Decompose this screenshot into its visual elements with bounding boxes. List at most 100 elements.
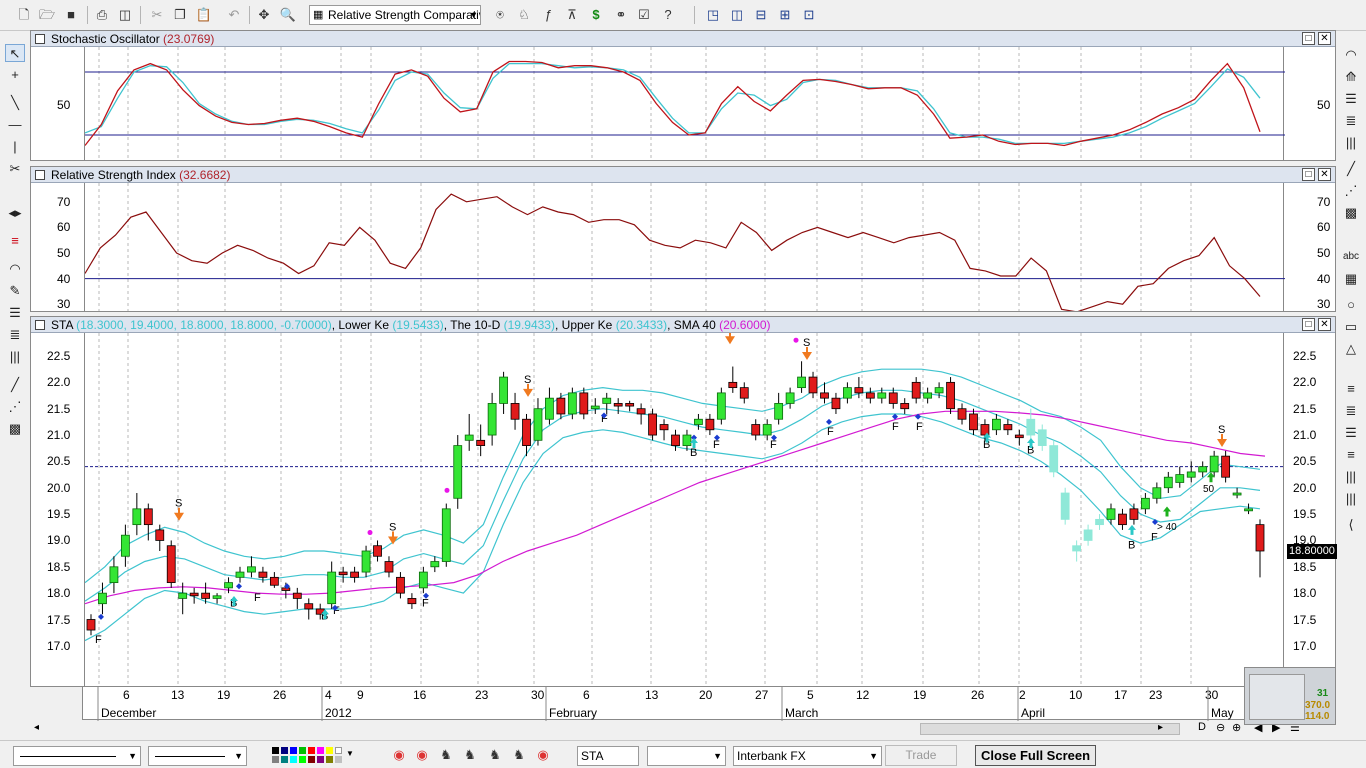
new-icon[interactable]: 🗋 <box>14 5 34 25</box>
price-pane[interactable]: STA (18.3000, 19.4000, 18.8000, 18.8000,… <box>30 316 1337 687</box>
print-icon[interactable]: ⎙ <box>92 5 112 25</box>
stochastic-pane[interactable]: Stochastic Oscillator (23.0769) □ ✕ 50 5… <box>30 30 1336 161</box>
dollar-icon[interactable]: $ <box>586 5 606 25</box>
paste-icon[interactable]: 📋 <box>194 5 214 25</box>
gann-fan-icon[interactable]: ⋰ <box>1341 182 1361 200</box>
line-tool-icon[interactable]: ≡ <box>5 232 25 250</box>
chart-properties-icon[interactable]: ☑ <box>634 5 654 25</box>
draw-line-icon[interactable]: ╱ <box>1341 160 1361 178</box>
cycle-icon[interactable]: ||| <box>1341 134 1361 152</box>
tile-grid-icon[interactable]: ⊞ <box>775 5 795 25</box>
print-preview-icon[interactable]: ◫ <box>115 5 135 25</box>
crosshair-tool-icon[interactable]: + <box>5 66 25 84</box>
color-palette[interactable]: ▼ <box>272 747 356 763</box>
vertical-line-icon[interactable]: | <box>5 138 25 156</box>
copy-icon[interactable]: ❐ <box>170 5 190 25</box>
scroll-right-icon[interactable]: ▸ <box>1158 722 1163 733</box>
rsi-pane[interactable]: Relative Strength Index (32.6682) □ ✕ 70… <box>30 166 1336 313</box>
pane-select-checkbox[interactable] <box>35 170 45 180</box>
color-white[interactable] <box>335 747 342 754</box>
expert-icon[interactable]: ♘ <box>514 5 534 25</box>
bars-icon[interactable]: ||| <box>1341 468 1361 486</box>
help-icon[interactable]: ? <box>658 5 678 25</box>
feed-select[interactable]: Interbank FX ▼ <box>733 746 882 766</box>
cycle-lines-icon[interactable]: ||| <box>5 348 25 366</box>
price-plot[interactable]: SSSSSSFBFBFFFBFFFFFBBBF50> 40 <box>84 321 1285 686</box>
ellipse-icon[interactable]: ○ <box>1341 296 1361 314</box>
period-select[interactable]: ▼ <box>647 746 726 766</box>
close-pane-button[interactable]: ✕ <box>1318 168 1331 181</box>
chevron-down-icon[interactable]: ▼ <box>346 749 354 758</box>
arc-icon[interactable]: ◠ <box>5 260 25 278</box>
crosshair-icon[interactable]: ✥ <box>254 5 274 25</box>
binoculars-icon[interactable]: ⚭ <box>611 5 631 25</box>
date-icon[interactable]: D <box>1198 721 1206 733</box>
color-green[interactable] <box>299 747 306 754</box>
study-select[interactable]: ▦ Relative Strength Comparativ ▼ <box>309 5 481 25</box>
channel-icon[interactable]: ≣ <box>5 326 25 344</box>
color-yellow[interactable] <box>326 747 333 754</box>
color-black[interactable] <box>272 747 279 754</box>
color-navy[interactable] <box>281 747 288 754</box>
maximize-pane-button[interactable]: □ <box>1302 32 1315 45</box>
bull-icon[interactable]: ♞ <box>485 745 505 765</box>
fib-time-icon[interactable]: ⟰ <box>1341 68 1361 86</box>
ray-icon[interactable]: ╱ <box>5 376 25 394</box>
symbol-input[interactable]: STA <box>577 746 639 766</box>
pane-select-checkbox[interactable] <box>35 34 45 44</box>
color-blue[interactable] <box>290 747 297 754</box>
color-red[interactable] <box>308 747 315 754</box>
fan-icon[interactable]: ⋰ <box>5 398 25 416</box>
zoom-icon[interactable]: 🔍 <box>278 5 298 25</box>
rectangle-icon[interactable]: ▭ <box>1341 318 1361 336</box>
color-magenta[interactable] <box>317 747 324 754</box>
fib-retracement-icon[interactable]: ☰ <box>1341 90 1361 108</box>
table-tool-icon[interactable]: ▦ <box>1341 270 1361 288</box>
mini-chart-widget[interactable]: 31 370.0 114.0 <box>1244 667 1336 725</box>
save-icon[interactable]: ■ <box>61 5 81 25</box>
andrews-icon[interactable]: ≣ <box>1341 402 1361 420</box>
undo-icon[interactable]: ↶ <box>224 5 244 25</box>
chrome-icon[interactable]: ◉ <box>533 745 553 765</box>
color-silver[interactable] <box>335 756 342 763</box>
close-full-screen-button[interactable]: Close Full Screen <box>975 745 1096 766</box>
maximize-pane-button[interactable]: □ <box>1302 168 1315 181</box>
regression-icon[interactable]: ≡ <box>1341 380 1361 398</box>
speed-lines-icon[interactable]: ≣ <box>1341 112 1361 130</box>
text-tool-icon[interactable]: abc <box>1341 248 1361 266</box>
zoom-in-icon[interactable]: ⊕ <box>1232 721 1241 734</box>
indicator-icon[interactable]: ⍟ <box>490 5 510 25</box>
scroll-thumb[interactable] <box>920 723 1180 735</box>
time-axis[interactable]: 6 13 19 26 4 9 16 23 30 6 13 20 27 5 12 19 26 2 10 17 23 30 De… <box>82 686 1282 721</box>
scroll-left-icon[interactable]: ◂ <box>34 722 39 733</box>
delete-drawing-icon[interactable]: ✂ <box>5 160 25 178</box>
rsi-plot[interactable] <box>84 183 1285 313</box>
stdev-icon[interactable]: ||| <box>1341 490 1361 508</box>
zoom-out-icon[interactable]: ⊖ <box>1216 721 1225 734</box>
line-style-select[interactable]: ▼ <box>13 746 141 766</box>
trade-button[interactable]: Trade <box>885 745 957 766</box>
gann-grid-icon[interactable]: ▩ <box>1341 204 1361 222</box>
arc-tool-icon[interactable]: ◠ <box>1341 46 1361 64</box>
bull-icon[interactable]: ♞ <box>509 745 529 765</box>
fibonacci-icon[interactable]: ⊼ <box>562 5 582 25</box>
grid-tool-icon[interactable]: ▩ <box>5 420 25 438</box>
line-width-select[interactable]: ▼ <box>148 746 247 766</box>
pencil-icon[interactable]: ✎ <box>5 282 25 300</box>
layout-icon[interactable]: ⊡ <box>799 5 819 25</box>
color-maroon[interactable] <box>308 756 315 763</box>
color-gray[interactable] <box>272 756 279 763</box>
curve-icon[interactable]: ⟨ <box>1341 516 1361 534</box>
open-icon[interactable]: 🗁 <box>37 5 57 25</box>
trendline-icon[interactable]: ╲ <box>5 94 25 112</box>
function-icon[interactable]: ƒ <box>538 5 558 25</box>
bull-icon[interactable]: ♞ <box>436 745 456 765</box>
chrome-icon[interactable]: ◉ <box>412 745 432 765</box>
close-pane-button[interactable]: ✕ <box>1318 318 1331 331</box>
color-lime[interactable] <box>299 756 306 763</box>
pointer-icon[interactable]: ↖ <box>5 44 25 62</box>
bull-icon[interactable]: ♞ <box>460 745 480 765</box>
color-purple[interactable] <box>317 756 324 763</box>
color-olive[interactable] <box>326 756 333 763</box>
tile-vertical-icon[interactable]: ◫ <box>727 5 747 25</box>
